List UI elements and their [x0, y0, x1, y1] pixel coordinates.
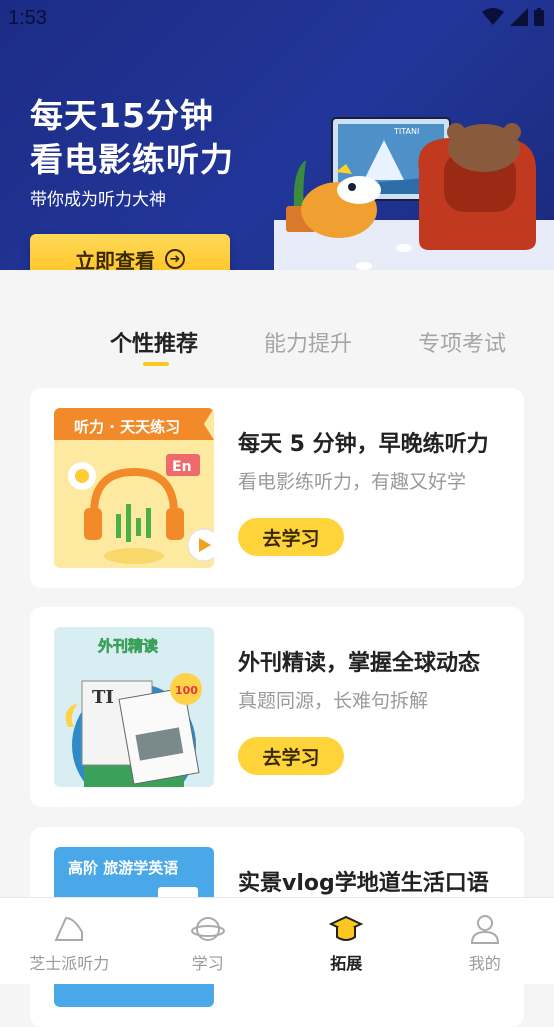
score-badge: 100 — [175, 684, 198, 697]
tab-ability-improve[interactable]: 能力提升 — [264, 326, 352, 358]
nav-label: 我的 — [469, 950, 501, 974]
course-image-tag: 外刊精读 — [97, 637, 158, 655]
course-title: 每天 5 分钟，早晚练听力 — [238, 426, 489, 458]
course-title: 实景vlog学地道生活口语 — [238, 865, 489, 897]
course-title: 外刊精读，掌握全球动态 — [238, 645, 480, 677]
status-time: 1:53 — [8, 7, 47, 30]
nav-item-profile[interactable]: 我的 — [416, 898, 554, 984]
course-card[interactable]: 外刊精读 TI 100 外刊精读，掌握全球动态 真题同源，长难句拆解 去学习 — [30, 607, 524, 807]
go-study-button[interactable]: 去学习 — [238, 518, 344, 556]
graduation-cap-icon — [329, 912, 363, 946]
course-image-tag: 听力 · 天天练习 — [74, 418, 180, 436]
wifi-icon — [482, 8, 504, 26]
user-icon — [468, 912, 502, 946]
cheese-icon — [52, 912, 86, 946]
battery-icon — [534, 8, 544, 26]
magazine-course-image: 外刊精读 TI 100 — [54, 627, 214, 787]
language-badge: En — [172, 459, 192, 475]
tv-label: TITANI — [393, 127, 419, 136]
listening-course-image: 听力 · 天天练习 En — [54, 408, 214, 568]
go-study-button[interactable]: 去学习 — [238, 737, 344, 775]
view-now-button[interactable]: 立即查看 ➜ — [30, 234, 230, 270]
banner-illustration: TITANI — [274, 110, 554, 270]
nav-label: 拓展 — [330, 950, 362, 974]
view-now-label: 立即查看 — [75, 245, 155, 271]
active-tab-indicator — [143, 362, 169, 366]
status-bar: 1:53 — [0, 0, 554, 36]
banner-title: 每天15分钟 看电影练听力 — [30, 94, 234, 182]
course-card[interactable]: 听力 · 天天练习 En 每天 5 分钟，早晚练听力 看电影练听力，有趣又好学 … — [30, 388, 524, 588]
planet-icon — [191, 912, 225, 946]
nav-item-expand[interactable]: 拓展 — [277, 898, 416, 984]
nav-label: 学习 — [192, 950, 224, 974]
course-subtitle: 真题同源，长难句拆解 — [238, 686, 428, 713]
tab-personal-recommend[interactable]: 个性推荐 — [110, 326, 198, 358]
banner-subtitle: 带你成为听力大神 — [30, 185, 166, 210]
svg-text:TI: TI — [92, 687, 114, 708]
banner-title-line1: 每天15分钟 — [30, 94, 234, 138]
nav-item-cheese-listening[interactable]: 芝士派听力 — [0, 898, 139, 984]
category-tabs: 个性推荐 能力提升 专项考试 — [0, 320, 554, 370]
banner-title-line2: 看电影练听力 — [30, 138, 234, 182]
bottom-navigation: 芝士派听力 学习 拓展 我的 — [0, 897, 554, 984]
course-subtitle: 看电影练听力，有趣又好学 — [238, 467, 466, 494]
tab-special-exam[interactable]: 专项考试 — [418, 326, 506, 358]
course-image-tag: 高阶 旅游学英语 — [68, 859, 178, 877]
signal-icon — [510, 8, 528, 26]
promo-banner[interactable]: 1:53 每天15分钟 看电影练听力 带你成为听力大神 TITANI 立即查看 — [0, 0, 554, 270]
arrow-right-icon: ➜ — [165, 249, 185, 269]
nav-item-study[interactable]: 学习 — [139, 898, 278, 984]
nav-label: 芝士派听力 — [29, 950, 109, 974]
